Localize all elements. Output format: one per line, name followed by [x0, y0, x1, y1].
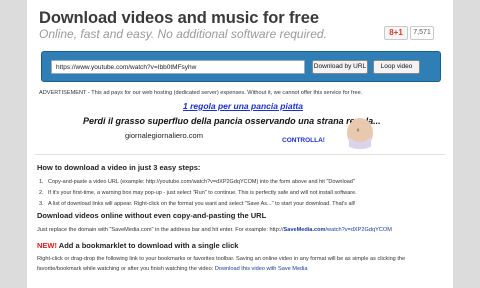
- list-item: 2. If it's your first-time, a warning box…: [39, 190, 357, 196]
- steps-list: 1. Copy-and-paste a video URL (example: h…: [37, 177, 447, 210]
- bookmarklet-link[interactable]: Download this video with Save Media: [215, 266, 308, 272]
- download-by-url-button[interactable]: Download by URL: [312, 60, 368, 74]
- share-count-badge: 7,571: [410, 26, 434, 40]
- url-form-bar: https://www.youtube.com/watch?v=Ibb0tMFs…: [41, 51, 441, 82]
- ad-domain[interactable]: giornalegiornaliero.com: [125, 131, 203, 140]
- page-subtitle: Online, fast and easy. No additional sof…: [39, 27, 327, 41]
- loop-video-button[interactable]: Loop video: [373, 60, 420, 74]
- bookmarklet-heading: NEW! Add a bookmarklet to download with …: [37, 241, 239, 250]
- domain-replace-text: Just replace the domain with "SaveMedia.…: [37, 227, 392, 233]
- bookmarklet-text-line1: Right-click or drag-drop the following l…: [37, 256, 406, 262]
- no-copy-heading: Download videos online without even copy…: [37, 211, 267, 220]
- google-plus-button[interactable]: 8+1: [384, 26, 408, 40]
- page-container: Download videos and music for free Onlin…: [27, 0, 453, 288]
- page-title: Download videos and music for free: [39, 9, 319, 27]
- list-item: 1. Copy-and-paste a video URL (example: h…: [39, 179, 355, 185]
- bookmarklet-text-line2: favorite/bookmark while watching or afte…: [37, 266, 308, 272]
- steps-heading: How to download a video in just 3 easy s…: [37, 163, 201, 172]
- video-url-input[interactable]: https://www.youtube.com/watch?v=Ibb0tMFs…: [51, 60, 305, 74]
- advertisement-note: ADVERTISEMENT - This ad pays for our web…: [39, 90, 363, 96]
- ad-belly-image[interactable]: [341, 113, 379, 151]
- section-divider: [35, 154, 445, 155]
- ad-title-link[interactable]: 1 regola per una pancia piatta: [183, 101, 303, 111]
- new-badge: NEW!: [37, 241, 57, 250]
- ad-cta-link[interactable]: CONTROLLA!: [282, 137, 325, 144]
- ad-headline[interactable]: Perdi il grasso superfluo della pancia o…: [83, 116, 381, 126]
- list-item: 3. A list of download links will appear. …: [39, 201, 356, 207]
